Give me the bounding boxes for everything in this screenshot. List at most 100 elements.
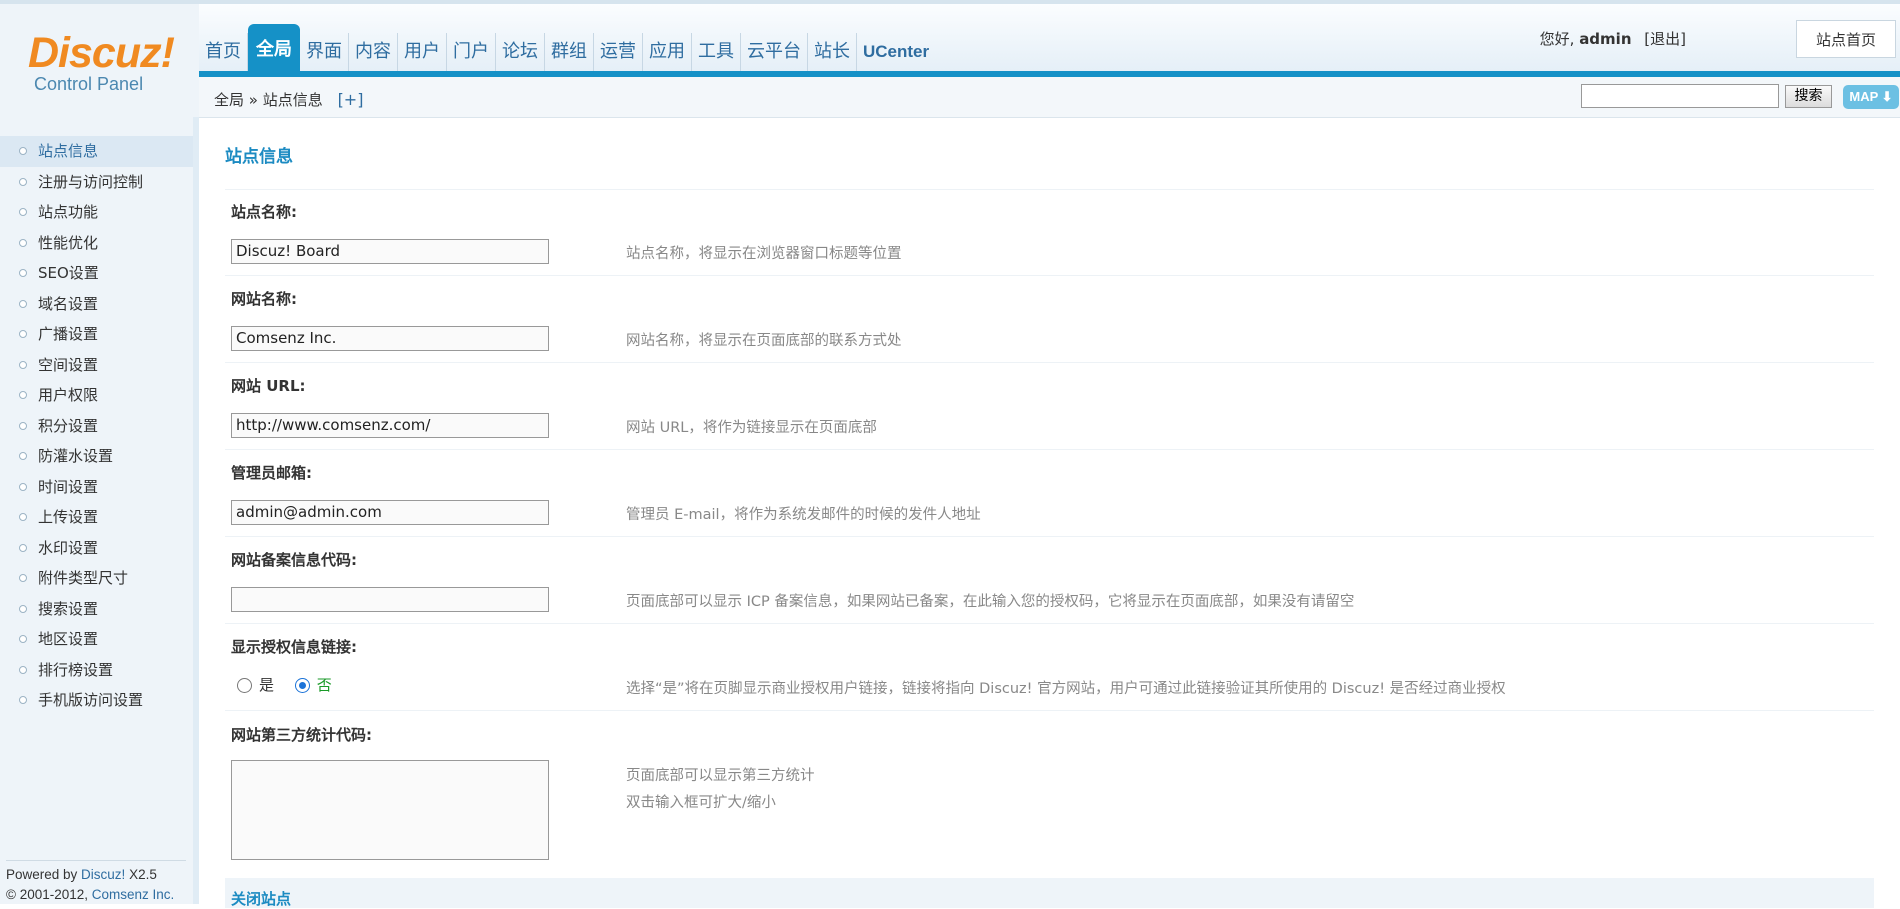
map-button[interactable]: MAP ⬇ (1843, 85, 1899, 109)
sidebar-item-site-functions[interactable]: 站点功能 (0, 197, 193, 228)
add-shortcut-link[interactable]: [+] (338, 90, 364, 109)
license-no-radio[interactable] (294, 678, 310, 693)
nav-forum[interactable]: 论坛 (496, 33, 545, 71)
bullet-icon (19, 147, 27, 155)
sidebar-item-label: 积分设置 (38, 416, 99, 435)
divider (225, 362, 1874, 363)
nav-group[interactable]: 群组 (545, 33, 594, 71)
sidebar-item-antiflood[interactable]: 防灌水设置 (0, 441, 193, 472)
divider (225, 536, 1874, 537)
nav-plugin[interactable]: 应用 (643, 33, 692, 71)
sidebar-item-label: 用户权限 (38, 386, 99, 404)
sidebar-item-credits[interactable]: 积分设置 (0, 411, 193, 442)
siteurl-input[interactable]: http://www.comsenz.com/ (231, 413, 549, 438)
site-home-button[interactable]: 站点首页 (1796, 20, 1896, 58)
nav-operation[interactable]: 运营 (594, 33, 643, 71)
sidebar-item-attachment-types[interactable]: 附件类型尺寸 (0, 563, 193, 594)
sidebar-item-time[interactable]: 时间设置 (0, 472, 193, 503)
nav-user[interactable]: 用户 (398, 33, 447, 71)
bullet-icon (19, 421, 27, 430)
sidebar-item-watermark[interactable]: 水印设置 (0, 533, 193, 564)
bullet-icon (19, 299, 27, 308)
license-yes-radio[interactable] (237, 678, 252, 693)
license-yes-label[interactable]: 是 (259, 676, 274, 694)
nav-founder[interactable]: 站长 (808, 33, 857, 71)
sidebar-item-permissions[interactable]: 用户权限 (0, 380, 193, 411)
sidebar-item-label: 地区设置 (38, 630, 99, 648)
siteurl-label: 网站 URL: (231, 377, 306, 395)
breadcrumb-root[interactable]: 全局 (214, 91, 244, 109)
sidebar-item-site-info[interactable]: 站点信息 (0, 136, 193, 167)
search-button[interactable]: 搜索 (1785, 85, 1832, 108)
siteurl-tip: 网站 URL，将作为链接显示在页面底部 (626, 420, 877, 436)
adminemail-label: 管理员邮箱: (231, 464, 312, 482)
sidebar-item-search[interactable]: 搜索设置 (0, 594, 193, 625)
bbname-input[interactable]: Comsenz Inc. (231, 326, 549, 351)
bullet-icon (19, 665, 27, 674)
sidebar-item-seo[interactable]: SEO设置 (0, 258, 193, 289)
comsenz-link[interactable]: Comsenz Inc. (92, 887, 175, 902)
nav-ucenter[interactable]: UCenter (857, 33, 935, 71)
adminemail-input[interactable]: admin@admin.com (231, 500, 549, 525)
search-input[interactable] (1581, 84, 1779, 108)
sidebar-item-label: 站点功能 (38, 203, 99, 221)
license-label: 显示授权信息链接: (231, 638, 357, 656)
bullet-icon (19, 452, 27, 460)
sidebar-item-upload[interactable]: 上传设置 (0, 502, 193, 533)
sidebar-item-register-access[interactable]: 注册与访问控制 (0, 167, 193, 198)
user-info: 您好, admin [退出] (1540, 28, 1686, 49)
sidebar-item-performance[interactable]: 性能优化 (0, 228, 193, 259)
username: admin (1579, 30, 1632, 48)
nav-portal[interactable]: 门户 (447, 33, 496, 71)
discuz-link[interactable]: Discuz! (81, 867, 125, 882)
logo[interactable]: Discuz! Control Panel (0, 4, 199, 117)
nav-global[interactable]: 全局 (248, 24, 300, 71)
main-content-lower: 网站第三方统计代码: 页面底部可以显示第三方统计 双击输入框可扩大/缩小 关闭站… (199, 718, 1900, 908)
breadcrumb: 全局 » 站点信息 [+] (214, 89, 363, 110)
license-no-label[interactable]: 否 (317, 676, 332, 694)
bullet-icon (19, 208, 27, 216)
sidebar-item-label: 域名设置 (38, 294, 99, 313)
bullet-icon (19, 238, 27, 247)
sidebar-item-label: 排行榜设置 (38, 660, 114, 679)
divider (225, 189, 1874, 190)
breadcrumb-separator: » (248, 91, 258, 109)
sidebar-item-ranklist[interactable]: 排行榜设置 (0, 655, 193, 686)
sidebar-item-domain[interactable]: 域名设置 (0, 289, 193, 320)
icp-input[interactable] (231, 587, 549, 612)
sidebar-item-label: SEO设置 (38, 264, 99, 282)
nav-content[interactable]: 内容 (349, 33, 398, 71)
bullet-icon (19, 360, 27, 369)
bbname-label: 网站名称: (231, 290, 297, 308)
sidebar-item-space[interactable]: 空间设置 (0, 350, 193, 381)
page-title: 站点信息 (225, 147, 293, 167)
nav-cloud[interactable]: 云平台 (741, 33, 808, 71)
sidebar-item-broadcast[interactable]: 广播设置 (0, 319, 193, 350)
logout-link[interactable]: [退出] (1644, 30, 1686, 48)
sidebar-item-label: 防灌水设置 (38, 447, 114, 465)
icp-tip: 页面底部可以显示 ICP 备案信息，如果网站已备案，在此输入您的授权码，它将显示… (626, 594, 1355, 610)
stats-tip-2: 双击输入框可扩大/缩小 (626, 795, 776, 811)
sitename-label: 站点名称: (231, 203, 297, 221)
sidebar-item-label: 上传设置 (38, 508, 99, 526)
sidebar-item-label: 水印设置 (38, 538, 99, 557)
license-tip: 选择“是”将在页脚显示商业授权用户链接，链接将指向 Discuz! 官方网站，用… (626, 681, 1506, 697)
sidebar-menu: 站点信息 注册与访问控制 站点功能 性能优化 SEO设置 域名设置 广播设置 空… (0, 136, 193, 716)
sidebar-item-label: 手机版访问设置 (38, 691, 144, 709)
bullet-icon (19, 177, 27, 186)
sidebar-item-district[interactable]: 地区设置 (0, 624, 193, 655)
copyright-text: © 2001-2012, (6, 887, 92, 902)
nav-style[interactable]: 界面 (300, 33, 349, 71)
logo-brand: Discuz! (28, 29, 175, 77)
sidebar-item-label: 附件类型尺寸 (38, 569, 129, 587)
bullet-icon (19, 604, 27, 613)
nav-home[interactable]: 首页 (199, 33, 248, 71)
nav-tools[interactable]: 工具 (692, 33, 741, 71)
bbname-tip: 网站名称，将显示在页面底部的联系方式处 (626, 333, 902, 349)
sidebar-item-mobile[interactable]: 手机版访问设置 (0, 685, 193, 716)
bullet-icon (19, 635, 27, 643)
powered-by-text: Powered by (6, 867, 82, 882)
logo-subtitle: Control Panel (34, 74, 144, 94)
sitename-input[interactable]: Discuz! Board (231, 239, 549, 264)
stats-textarea[interactable] (231, 760, 549, 860)
